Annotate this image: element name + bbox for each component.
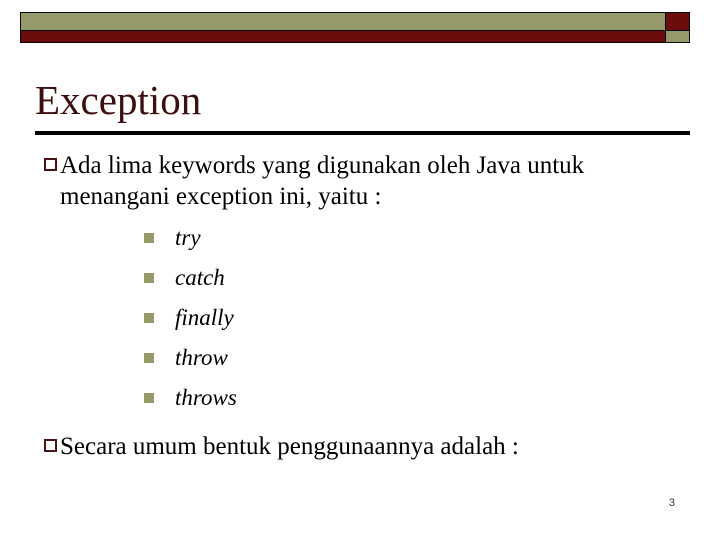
page-number: 3 <box>668 497 675 509</box>
bullet-list-level1: Ada lima keywords yang digunakan oleh Ja… <box>0 150 720 462</box>
sub-bullet-item-throws: throws <box>60 381 696 415</box>
header-bar-olive <box>20 12 666 31</box>
header-cap-olive <box>666 31 690 43</box>
bullet-list-level2-keywords: try catch finally throw throws <box>60 221 696 415</box>
filled-square-bullet-icon <box>144 393 154 403</box>
title-divider-rule <box>35 131 690 135</box>
bullet-item-usage: Secara umum bentuk penggunaannya adalah … <box>0 431 720 462</box>
bullet-text-usage: Secara umum bentuk penggunaannya adalah … <box>60 433 519 460</box>
slide-title: Exception <box>35 77 202 123</box>
hollow-square-bullet-icon <box>44 158 57 171</box>
bullet-text-keywords: Ada lima keywords yang digunakan oleh Ja… <box>60 152 585 210</box>
sub-bullet-text-catch: catch <box>175 265 225 290</box>
sub-bullet-text-finally: finally <box>175 305 234 330</box>
slide-canvas: Exception Ada lima keywords yang digunak… <box>0 0 720 540</box>
header-decoration <box>20 12 690 43</box>
hollow-square-bullet-icon <box>44 439 57 452</box>
slide-body: Ada lima keywords yang digunakan oleh Ja… <box>0 150 720 462</box>
header-bar-top-row <box>20 12 690 31</box>
filled-square-bullet-icon <box>144 353 154 363</box>
header-cap-maroon <box>666 12 690 31</box>
sub-bullet-item-catch: catch <box>60 261 696 295</box>
sub-bullet-text-try: try <box>175 225 201 250</box>
filled-square-bullet-icon <box>144 273 154 283</box>
sub-bullet-text-throw: throw <box>175 345 228 370</box>
sub-bullet-item-finally: finally <box>60 301 696 335</box>
filled-square-bullet-icon <box>144 313 154 323</box>
header-bar-maroon <box>20 31 666 43</box>
sub-bullet-item-try: try <box>60 221 696 255</box>
header-bar-bottom-row <box>20 31 690 43</box>
sub-bullet-item-throw: throw <box>60 341 696 375</box>
bullet-item-keywords: Ada lima keywords yang digunakan oleh Ja… <box>0 150 720 415</box>
filled-square-bullet-icon <box>144 233 154 243</box>
sub-bullet-text-throws: throws <box>175 385 237 410</box>
